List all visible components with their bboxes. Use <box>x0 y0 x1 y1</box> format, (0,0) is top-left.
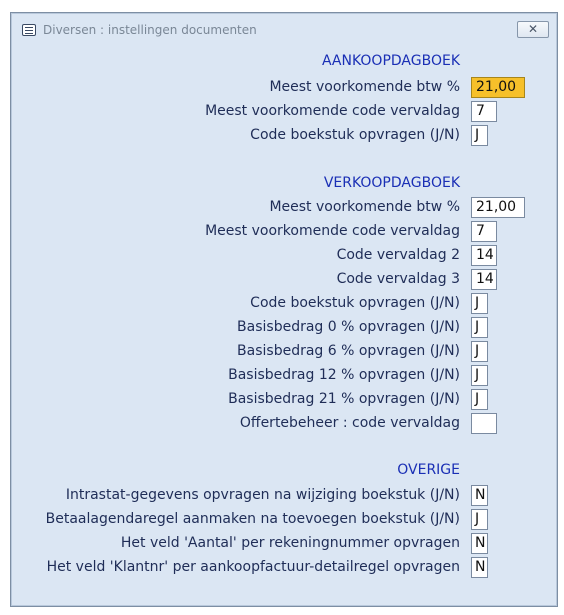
verkoop-code-vervaldag-field[interactable]: 7 <box>471 221 497 242</box>
close-icon: ✕ <box>527 22 539 36</box>
label-basisbedrag-21: Basisbedrag 21 % opvragen (J/N) <box>228 391 460 407</box>
offertebeheer-field[interactable] <box>471 413 497 434</box>
verkoop-code-vervaldag-2-field[interactable]: 14 <box>471 245 497 266</box>
label-verkoop-code-vervaldag-2: Code vervaldag 2 <box>336 247 460 263</box>
betaalagendaregel-field[interactable]: J <box>471 509 488 530</box>
label-offertebeheer: Offertebeheer : code vervaldag <box>239 415 460 431</box>
veld-klantnr-field[interactable]: N <box>471 557 488 578</box>
intrastat-field[interactable]: N <box>471 485 488 506</box>
label-veld-klantnr: Het veld 'Klantnr' per aankoopfactuur-de… <box>46 559 460 575</box>
label-verkoop-btw: Meest voorkomende btw % <box>269 199 460 215</box>
basisbedrag-21-field[interactable]: J <box>471 389 488 410</box>
label-betaalagendaregel: Betaalagendaregel aanmaken na toevoegen … <box>45 511 460 527</box>
label-verkoop-code-boekstuk: Code boekstuk opvragen (J/N) <box>250 295 460 311</box>
label-aankoop-code-boekstuk: Code boekstuk opvragen (J/N) <box>250 127 460 143</box>
aankoop-code-boekstuk-field[interactable]: J <box>471 125 488 146</box>
verkoop-btw-field[interactable]: 21,00 <box>471 197 525 218</box>
label-basisbedrag-0: Basisbedrag 0 % opvragen (J/N) <box>237 319 460 335</box>
label-aankoop-code-vervaldag: Meest voorkomende code vervaldag <box>205 103 460 119</box>
aankoop-btw-field[interactable]: 21,00 <box>471 77 525 98</box>
label-intrastat: Intrastat-gegevens opvragen na wijziging… <box>65 487 460 503</box>
basisbedrag-0-field[interactable]: J <box>471 317 488 338</box>
section-header-overige: OVERIGE <box>397 462 460 478</box>
label-aankoop-btw: Meest voorkomende btw % <box>269 79 460 95</box>
window-menu-icon[interactable] <box>22 24 36 36</box>
close-button[interactable]: ✕ <box>517 21 549 38</box>
basisbedrag-6-field[interactable]: J <box>471 341 488 362</box>
basisbedrag-12-field[interactable]: J <box>471 365 488 386</box>
settings-window: Diversen : instellingen documenten ✕ AAN… <box>10 12 558 607</box>
label-basisbedrag-12: Basisbedrag 12 % opvragen (J/N) <box>228 367 460 383</box>
label-verkoop-code-vervaldag: Meest voorkomende code vervaldag <box>205 223 460 239</box>
label-veld-aantal: Het veld 'Aantal' per rekeningnummer opv… <box>120 535 460 551</box>
label-verkoop-code-vervaldag-3: Code vervaldag 3 <box>336 271 460 287</box>
section-header-verkoopdagboek: VERKOOPDAGBOEK <box>323 175 460 191</box>
verkoop-code-vervaldag-3-field[interactable]: 14 <box>471 269 497 290</box>
aankoop-code-vervaldag-field[interactable]: 7 <box>471 101 497 122</box>
veld-aantal-field[interactable]: N <box>471 533 488 554</box>
window-title: Diversen : instellingen documenten <box>43 23 257 37</box>
verkoop-code-boekstuk-field[interactable]: J <box>471 293 488 314</box>
label-basisbedrag-6: Basisbedrag 6 % opvragen (J/N) <box>237 343 460 359</box>
title-bar: Diversen : instellingen documenten ✕ <box>11 13 557 43</box>
section-header-aankoopdagboek: AANKOOPDAGBOEK <box>321 53 460 69</box>
